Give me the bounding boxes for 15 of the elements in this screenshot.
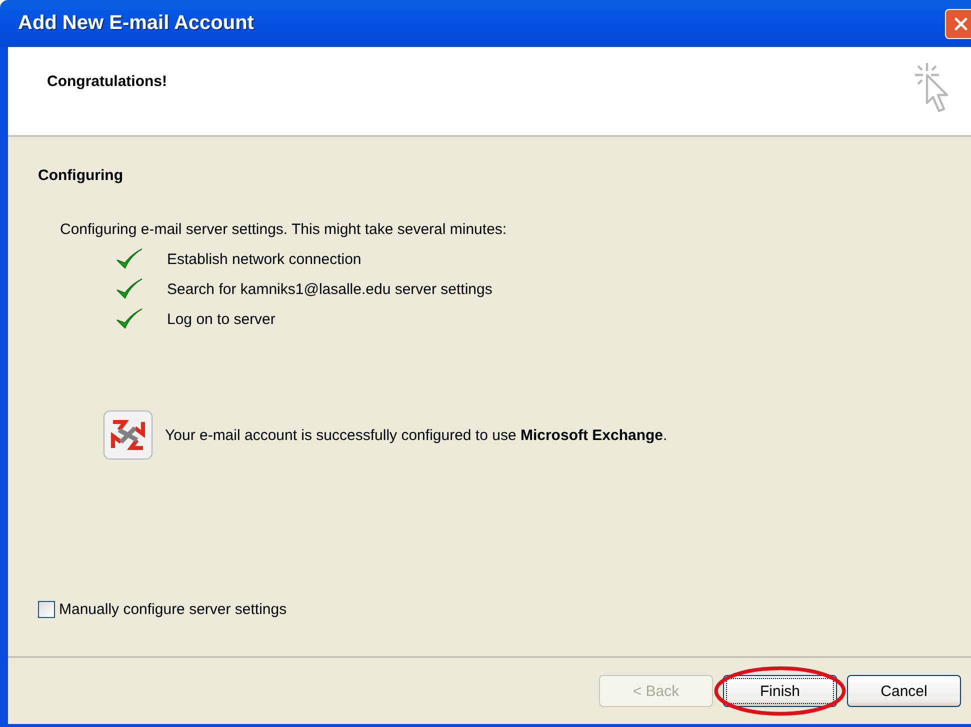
step-label: Log on to server — [167, 310, 276, 328]
checkbox[interactable] — [38, 601, 55, 618]
dialog-button[interactable]: Finish — [723, 675, 837, 707]
step-label: Search for kamniks1@lasalle.edu server settings — [167, 280, 492, 298]
header-title: Congratulations! — [47, 73, 167, 90]
result-message: Your e-mail account is successfully configured to use Microsoft Exchange. — [165, 426, 668, 444]
exchange-logo-icon — [103, 410, 153, 460]
dialog-button[interactable]: Cancel — [847, 675, 961, 707]
window-title: Add New E-mail Account — [18, 12, 254, 35]
close-button[interactable] — [945, 8, 971, 38]
step-label: Establish network connection — [167, 250, 362, 268]
section-title: Configuring — [38, 167, 123, 184]
intro-text: Configuring e-mail server settings. This might take several minutes: — [60, 221, 508, 238]
manual-config-checkbox[interactable]: Manually configure server settings — [38, 601, 287, 618]
close-icon — [952, 16, 968, 32]
